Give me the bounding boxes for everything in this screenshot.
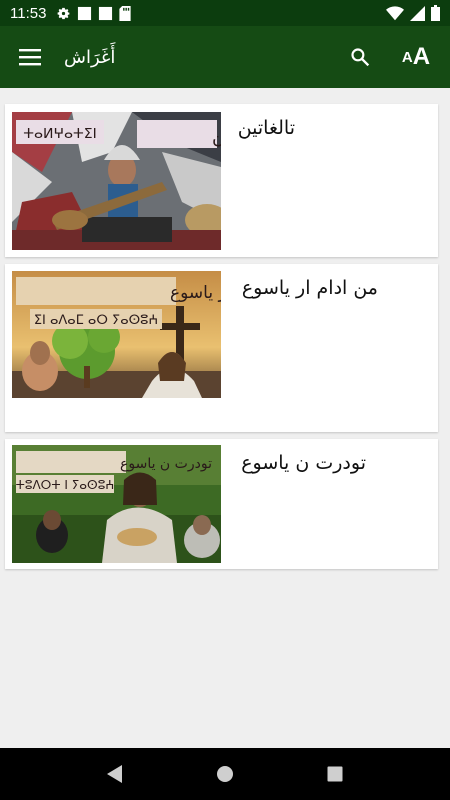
item-title: تودرت ن ياسوع bbox=[241, 452, 366, 474]
thumbnail-caption: تودرت ن ياسوع bbox=[120, 456, 212, 472]
list-item[interactable]: تودرت ن ياسوع ⵜⵓⴷⵔⵜ ⵏ ⵢⴰⵙⵓⵄ تودرت ن ياسو… bbox=[5, 439, 438, 569]
item-title: تالغاتين bbox=[237, 117, 295, 139]
thumbnail-image: تودرت ن ياسوع ⵜⵓⴷⵔⵜ ⵏ ⵢⴰⵙⵓⵄ bbox=[12, 445, 221, 563]
app-bar: أَغَرَاش AA bbox=[0, 26, 450, 88]
battery-icon bbox=[431, 5, 440, 21]
home-circle-icon bbox=[217, 766, 233, 782]
nav-recents-button[interactable] bbox=[315, 754, 355, 794]
status-system-icons bbox=[386, 5, 440, 21]
menu-icon bbox=[19, 49, 41, 66]
thumbnail-image: تالغاتين ⵜⴰⵍⵖⴰⵜⵉⵏ bbox=[12, 112, 221, 250]
system-navigation-bar bbox=[0, 748, 450, 800]
nav-home-button[interactable] bbox=[205, 754, 245, 794]
thumbnail-caption: تالغاتين bbox=[212, 126, 221, 147]
notification-square-icon bbox=[78, 6, 92, 20]
thumbnail-image: من ادام ار ياسوع ⵉⵏ ⴰⴷⴰⵎ ⴰⵔ ⵢⴰⵙⵓⵄ bbox=[12, 271, 221, 398]
status-bar: 11:53 bbox=[0, 0, 450, 26]
app-title: أَغَرَاش bbox=[64, 46, 116, 68]
menu-button[interactable] bbox=[0, 26, 60, 88]
list-item[interactable]: تالغاتين ⵜⴰⵍⵖⴰⵜⵉⵏ تالغاتين bbox=[5, 104, 438, 257]
notification-square-icon bbox=[99, 6, 113, 20]
recents-square-icon bbox=[327, 766, 343, 782]
wifi-icon bbox=[386, 5, 404, 20]
search-icon bbox=[351, 48, 370, 67]
thumbnail-tifinagh-caption: ⵜⵓⴷⵔⵜ ⵏ ⵢⴰⵙⵓⵄ bbox=[16, 478, 115, 492]
item-title: من ادام ار ياسوع bbox=[241, 277, 378, 299]
text-size-small-icon: A bbox=[401, 48, 413, 66]
text-size-button[interactable]: AA bbox=[388, 26, 444, 88]
thumbnail-tifinagh-caption: ⵉⵏ ⴰⴷⴰⵎ ⴰⵔ ⵢⴰⵙⵓⵄ bbox=[34, 313, 158, 328]
text-size-large-icon: A bbox=[412, 43, 431, 70]
back-triangle-icon bbox=[107, 765, 122, 783]
app-bar-actions: AA bbox=[332, 26, 450, 88]
thumbnail-tifinagh-caption: ⵜⴰⵍⵖⴰⵜⵉⵏ bbox=[23, 126, 97, 142]
nav-back-button[interactable] bbox=[95, 754, 135, 794]
search-button[interactable] bbox=[332, 26, 388, 88]
list-item[interactable]: من ادام ار ياسوع ⵉⵏ ⴰⴷⴰⵎ ⴰⵔ ⵢⴰⵙⵓⵄ من ادا… bbox=[5, 264, 438, 432]
cell-signal-icon bbox=[410, 5, 425, 21]
status-notification-icons bbox=[56, 5, 132, 21]
thumbnail-caption: من ادام ار ياسوع bbox=[170, 283, 221, 303]
settings-gear-icon bbox=[58, 7, 70, 19]
sd-card-icon bbox=[119, 5, 132, 21]
status-time: 11:53 bbox=[10, 4, 47, 22]
